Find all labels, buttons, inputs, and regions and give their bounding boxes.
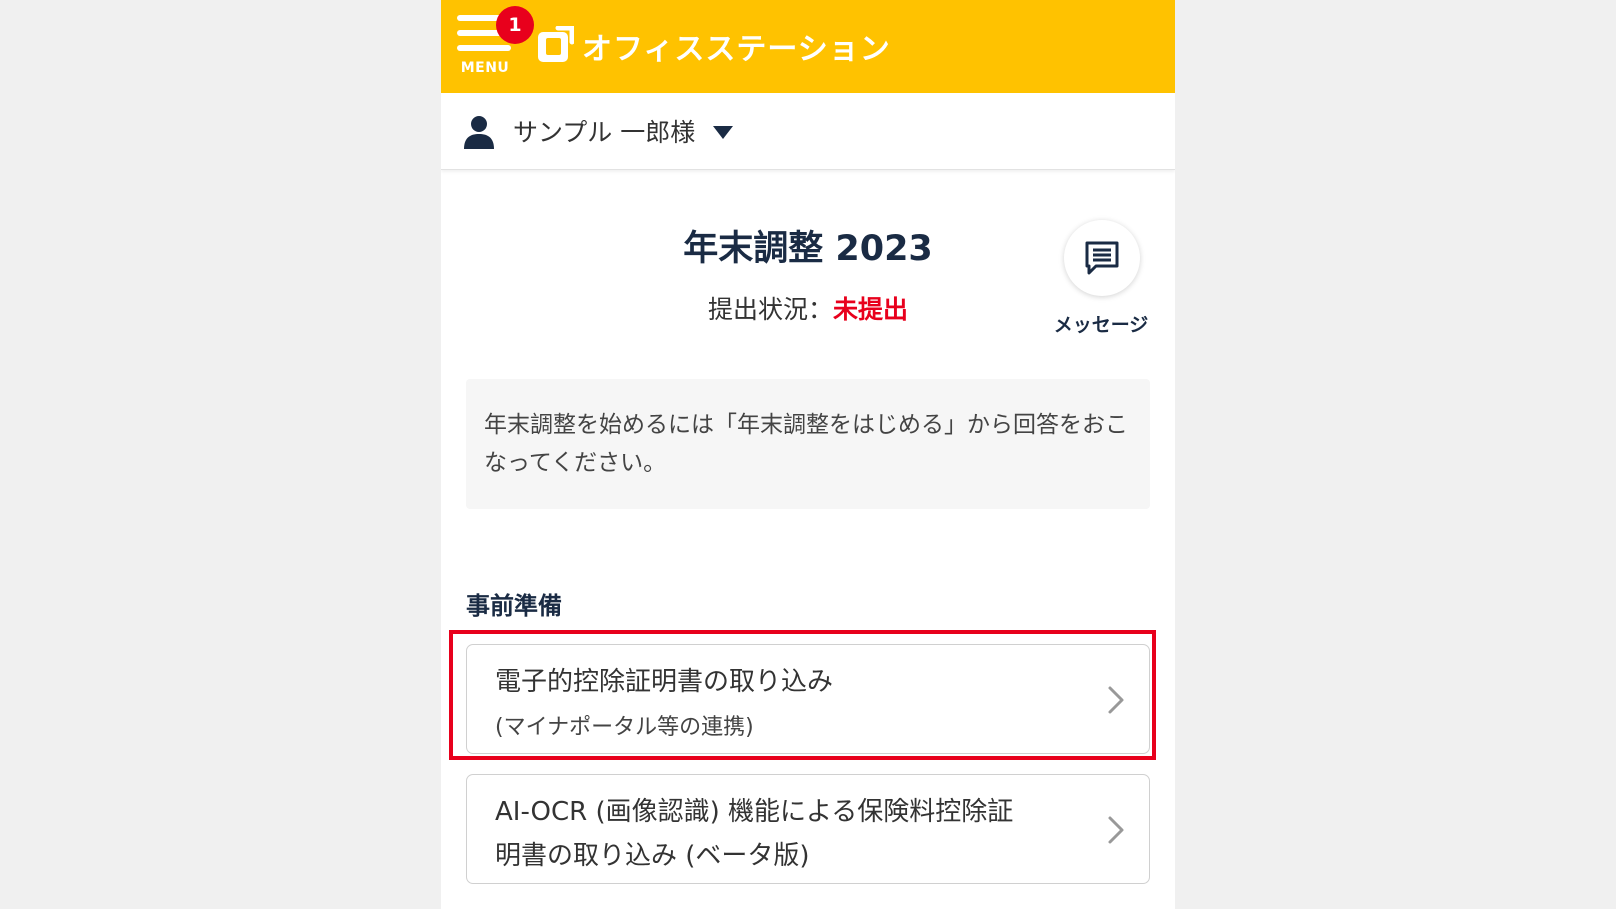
user-icon: [464, 116, 494, 149]
menu-button[interactable]: MENU 1: [455, 6, 534, 80]
user-name[interactable]: サンプル 一郎様: [513, 113, 695, 149]
ai-ocr-import-item[interactable]: AI-OCR (画像認識) 機能による保険料控除証 明書の取り込み (ベータ版): [466, 774, 1150, 884]
notice-text: 年末調整を始めるには「年末調整をはじめる」から回答をおこなってください。: [484, 412, 1128, 476]
status-value: 未提出: [833, 295, 909, 324]
notice-box: 年末調整を始めるには「年末調整をはじめる」から回答をおこなってください。: [466, 379, 1150, 509]
item-title: 電子的控除証明書の取り込み: [495, 667, 834, 697]
item-title-line2: 明書の取り込み (ベータ版): [495, 841, 810, 871]
message-icon: [1085, 241, 1119, 275]
menu-label: MENU: [460, 60, 510, 76]
chevron-right-icon: [1108, 816, 1124, 844]
user-bar: サンプル 一郎様: [441, 93, 1175, 170]
chevron-right-icon: [1108, 686, 1124, 714]
notification-badge: 1: [496, 6, 534, 44]
status-label: 提出状況：: [707, 295, 833, 324]
item-subtitle: (マイナポータル等の連携): [495, 715, 754, 740]
import-e-certificate-item[interactable]: 電子的控除証明書の取り込み (マイナポータル等の連携): [466, 644, 1150, 754]
item-title: AI-OCR (画像認識) 機能による保険料控除証: [495, 797, 1014, 827]
section-title: 事前準備: [466, 592, 562, 620]
message-button[interactable]: [1064, 220, 1140, 296]
message-label[interactable]: メッセージ: [1031, 310, 1171, 337]
brand-logo-icon: [538, 26, 574, 62]
brand-logo[interactable]: オフィスステーション: [536, 24, 891, 68]
header-bar: MENU 1 オフィスステーション: [441, 0, 1175, 93]
caret-down-icon[interactable]: [713, 126, 733, 140]
brand-name: オフィスステーション: [582, 32, 891, 67]
app-screen: MENU 1 オフィスステーション サンプル 一郎様 年末調整 2023 提出状…: [441, 0, 1175, 909]
hamburger-icon-line: [457, 45, 511, 51]
